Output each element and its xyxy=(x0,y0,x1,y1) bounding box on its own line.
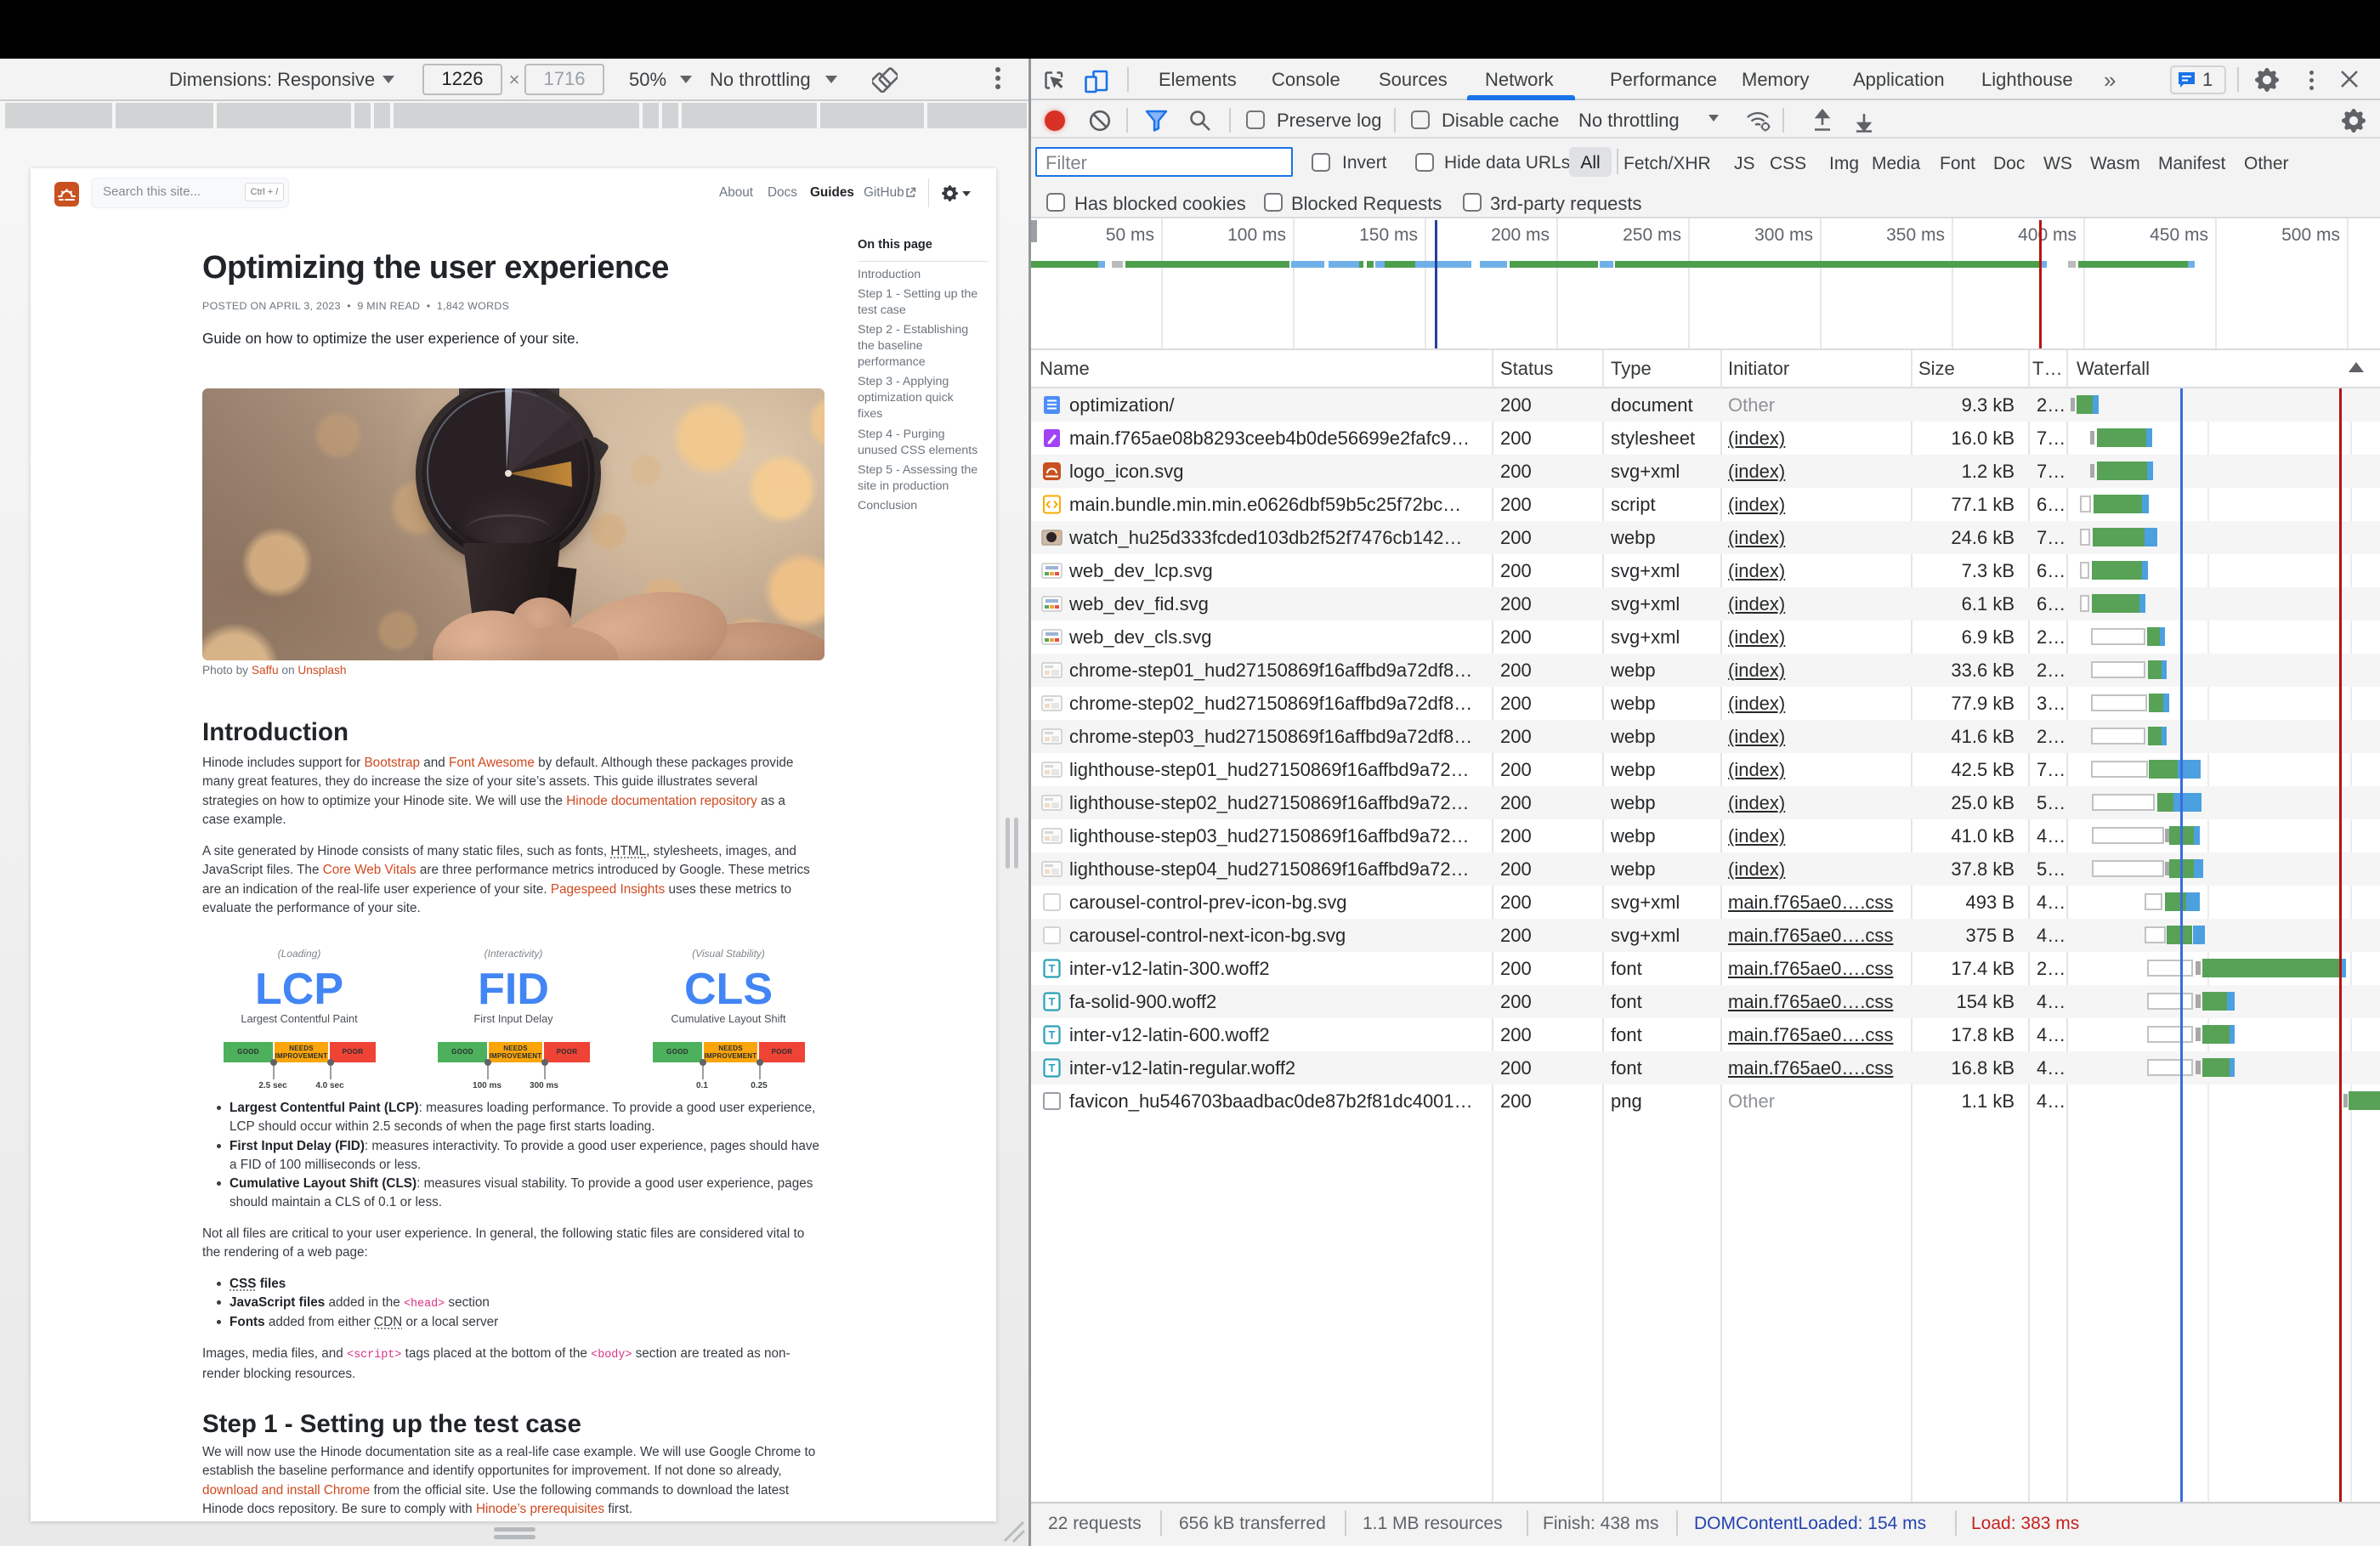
svg-text:T: T xyxy=(1049,1028,1056,1041)
svg-text:T: T xyxy=(1049,995,1056,1008)
svg-text:T: T xyxy=(1049,962,1056,975)
svg-text:T: T xyxy=(1049,1062,1056,1074)
